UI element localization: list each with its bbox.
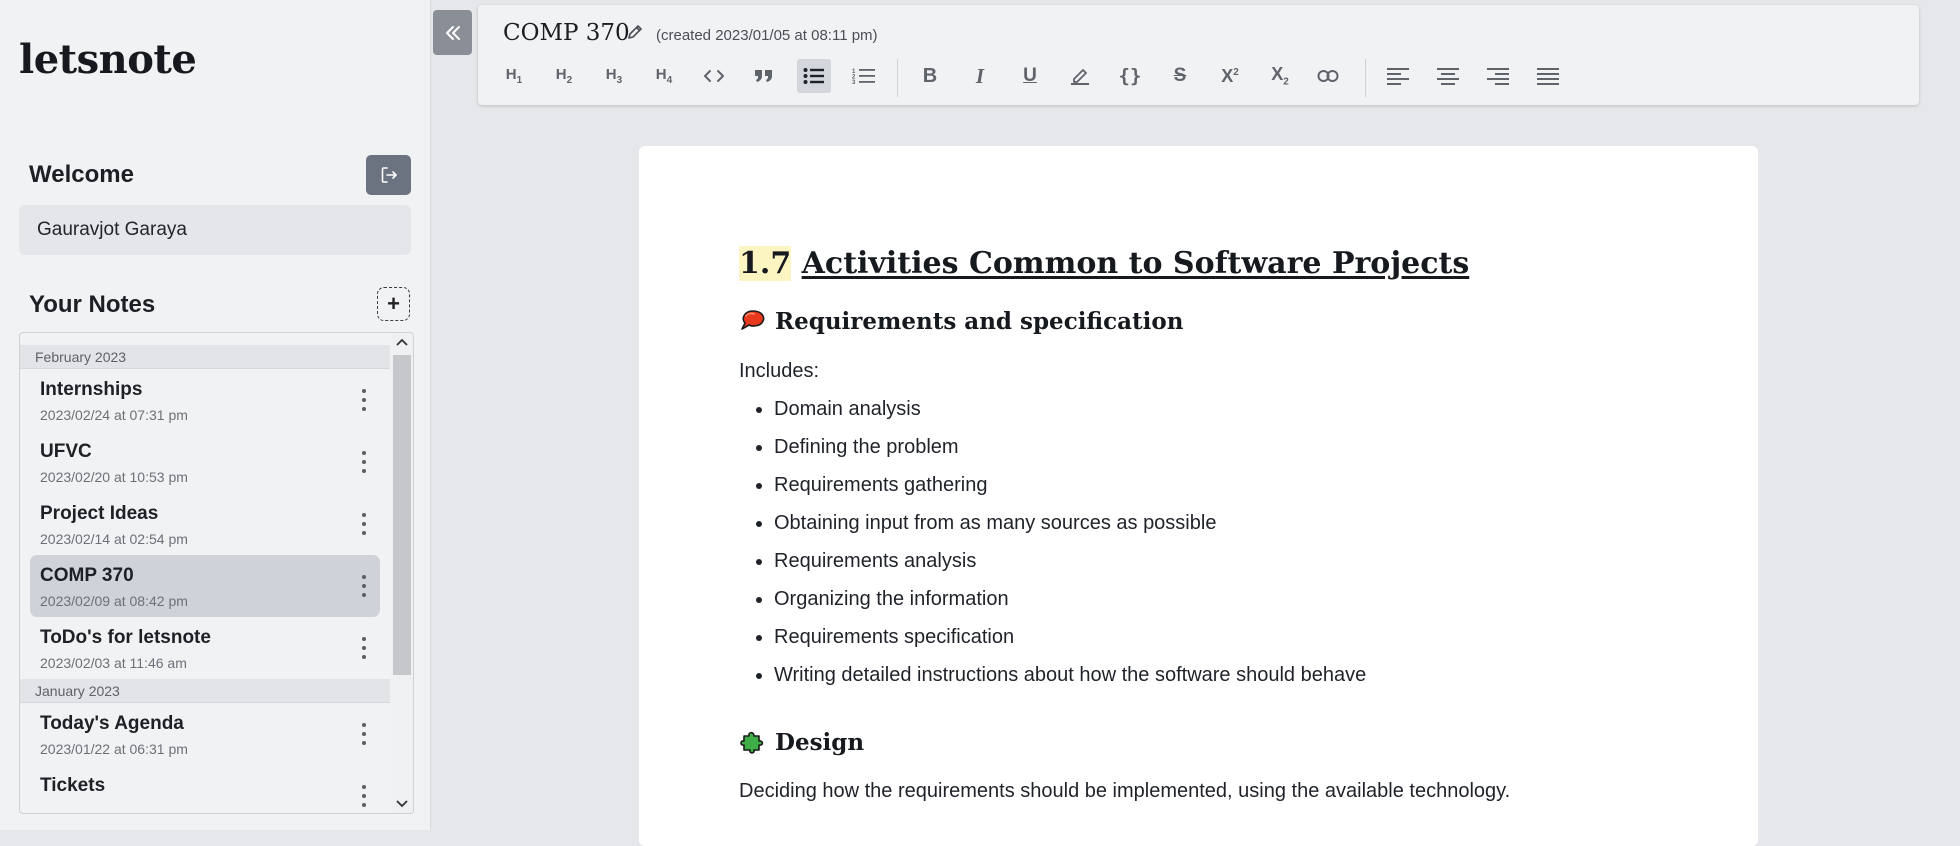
logout-button[interactable] [366,155,411,195]
section-heading[interactable]: Design [739,728,864,756]
notes-list: February 2023 Internships 2023/02/24 at … [20,333,390,813]
note-item[interactable]: Today's Agenda 2023/01/22 at 06:31 pm [30,703,380,765]
heading-text: Activities Common to Software Projects [801,246,1470,281]
puzzle-piece-icon [740,731,764,754]
welcome-heading: Welcome [29,161,134,188]
list-item: Writing detailed instructions about how … [774,660,1366,698]
more-options-icon[interactable] [356,449,372,475]
note-date: 2023/02/14 at 02:54 pm [40,531,188,547]
speech-balloon-icon [741,310,765,330]
notes-panel: February 2023 Internships 2023/02/24 at … [19,332,414,814]
list-item: Requirements gathering [774,470,1366,508]
code-block-icon[interactable]: {} [1113,59,1147,93]
align-center-icon[interactable] [1431,59,1465,93]
more-options-icon[interactable] [356,573,372,599]
heading1-button[interactable]: H1 [497,59,531,93]
more-options-icon[interactable] [356,635,372,661]
superscript-icon[interactable]: X2 [1213,59,1247,93]
toolbar-divider [1365,59,1366,97]
list-item: Domain analysis [774,394,1366,432]
heading3-button[interactable]: H3 [597,59,631,93]
note-title: Project Ideas [40,503,159,524]
note-date: 2023/02/24 at 07:31 pm [40,407,188,423]
more-options-icon[interactable] [356,387,372,413]
collapse-sidebar-button[interactable] [433,10,472,55]
note-title: ToDo's for letsnote [40,627,211,648]
note-item[interactable]: Project Ideas 2023/02/14 at 02:54 pm [30,493,380,555]
align-left-icon[interactable] [1381,59,1415,93]
heading4-button[interactable]: H4 [647,59,681,93]
note-date: 2023/02/03 at 11:46 am [40,655,187,671]
scrollbar-thumb[interactable] [393,355,411,675]
section-title: Requirements and specification [775,307,1184,335]
more-options-icon[interactable] [356,783,372,809]
more-options-icon[interactable] [356,511,372,537]
chevron-up-icon[interactable] [391,333,413,351]
note-title: Internships [40,379,143,400]
subscript-icon[interactable]: X2 [1263,59,1297,93]
more-options-icon[interactable] [356,721,372,747]
section-heading[interactable]: Requirements and specification [739,307,1184,335]
note-item[interactable]: UFVC 2023/02/20 at 10:53 pm [30,431,380,493]
note-date: 2023/02/09 at 08:42 pm [40,593,188,609]
list-item: Defining the problem [774,432,1366,470]
note-title: Tickets [40,775,106,796]
heading2-button[interactable]: H2 [547,59,581,93]
bullet-list: Domain analysis Defining the problem Req… [739,394,1366,698]
group-header: February 2023 [20,345,390,369]
note-title: COMP 370 [40,565,134,586]
note-item-selected[interactable]: COMP 370 2023/02/09 at 08:42 pm [30,555,380,617]
logout-icon [381,167,397,183]
ordered-list-icon[interactable]: 123 [847,59,881,93]
includes-text: Includes: [739,360,820,382]
notes-scrollbar[interactable] [391,333,413,813]
notes-heading: Your Notes [29,291,156,318]
list-item: Requirements specification [774,622,1366,660]
note-item[interactable]: Tickets [30,765,380,813]
sidebar: letsnote Welcome Gauravjot Garaya Your N… [0,0,431,830]
list-item: Organizing the information [774,584,1366,622]
editor-toolbar: COMP 370 (created 2023/01/05 at 08:11 pm… [478,5,1919,105]
note-title: Today's Agenda [40,713,184,734]
underline-icon[interactable]: U [1013,59,1047,93]
list-item: Requirements analysis [774,546,1366,584]
add-note-button[interactable]: + [377,287,410,321]
align-right-icon[interactable] [1481,59,1515,93]
note-heading[interactable]: 1.7 Activities Common to Software Projec… [739,246,1469,281]
created-date: (created 2023/01/05 at 08:11 pm) [656,27,878,44]
design-text: Deciding how the requirements should be … [739,780,1511,802]
highlight-icon[interactable] [1063,59,1097,93]
italic-icon[interactable]: I [963,59,997,93]
link-icon[interactable] [1311,59,1345,93]
group-header: January 2023 [20,679,390,703]
app-logo: letsnote [19,36,197,83]
strikethrough-icon[interactable]: S [1163,59,1197,93]
heading-number: 1.7 [739,246,792,281]
pencil-icon[interactable] [626,23,644,41]
note-date: 2023/02/20 at 10:53 pm [40,469,188,485]
quote-icon[interactable] [747,59,781,93]
note-item[interactable]: Internships 2023/02/24 at 07:31 pm [30,369,380,431]
user-name: Gauravjot Garaya [19,205,411,255]
code-icon[interactable] [697,59,731,93]
section-title: Design [775,728,865,756]
bold-icon[interactable]: B [913,59,947,93]
chevron-down-icon[interactable] [391,795,413,813]
document-title[interactable]: COMP 370 [503,20,630,46]
note-date: 2023/01/22 at 06:31 pm [40,741,188,757]
svg-text:3: 3 [852,80,856,85]
chevrons-left-icon [445,25,460,40]
bullet-list-icon[interactable] [797,59,831,93]
note-item[interactable]: ToDo's for letsnote 2023/02/03 at 11:46 … [30,617,380,679]
align-justify-icon[interactable] [1531,59,1565,93]
list-item: Obtaining input from as many sources as … [774,508,1366,546]
toolbar-divider [897,59,898,97]
editor-page[interactable]: 1.7 Activities Common to Software Projec… [639,146,1758,846]
note-title: UFVC [40,441,92,462]
